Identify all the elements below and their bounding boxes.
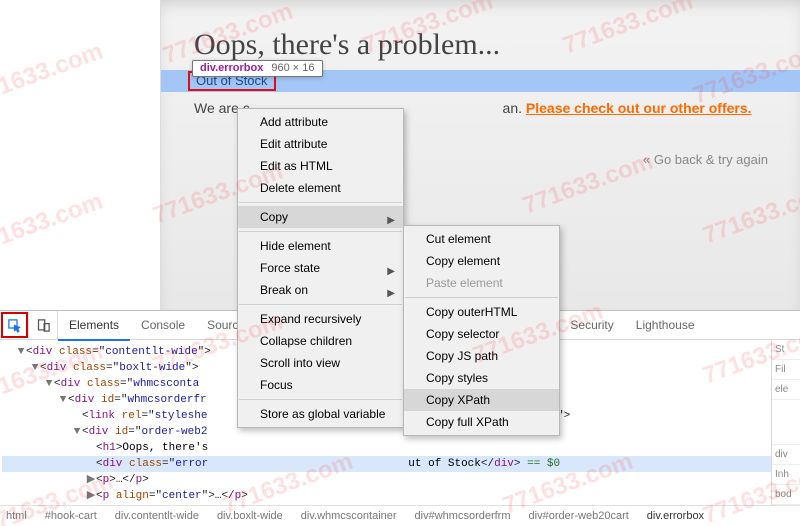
menu-scroll-into-view[interactable]: Scroll into view: [238, 352, 403, 374]
crumb-item[interactable]: div#whmcsorderfrm: [415, 510, 511, 522]
other-offers-link[interactable]: Please check out our other offers.: [526, 100, 752, 116]
submenu-arrow-icon: ▶: [387, 283, 395, 305]
menu-copy[interactable]: Copy▶: [238, 206, 403, 228]
menu-break-on[interactable]: Break on▶: [238, 279, 403, 301]
crumb-item[interactable]: div.boxlt-wide: [217, 510, 283, 522]
crumb-item[interactable]: div#order-web20cart: [529, 510, 629, 522]
side-row[interactable]: St: [772, 340, 800, 360]
tooltip-selector: div.errorbox: [200, 62, 263, 74]
tab-elements[interactable]: Elements: [58, 311, 130, 341]
menu-expand-recursively[interactable]: Expand recursively: [238, 308, 403, 330]
menu-copy-full-xpath[interactable]: Copy full XPath: [404, 411, 559, 433]
tooltip-dimensions: 960 × 16: [271, 62, 314, 74]
crumb-item-current[interactable]: div.errorbox: [647, 510, 704, 522]
dom-row-selected[interactable]: <div class="errorut of Stock</div> == $0: [2, 456, 771, 472]
dom-row[interactable]: ▶<p align="center">…</p>: [2, 488, 771, 504]
menu-copy-outerhtml[interactable]: Copy outerHTML: [404, 301, 559, 323]
menu-delete-element[interactable]: Delete element: [238, 177, 403, 199]
go-back-link[interactable]: « Go back & try again: [643, 152, 768, 167]
element-tooltip: div.errorbox 960 × 16: [192, 60, 323, 77]
msg-suffix: an.: [503, 100, 526, 116]
crumb-item[interactable]: #hook-cart: [45, 510, 97, 522]
menu-add-attribute[interactable]: Add attribute: [238, 111, 403, 133]
menu-edit-attribute[interactable]: Edit attribute: [238, 133, 403, 155]
tab-security[interactable]: Security: [559, 311, 624, 339]
menu-hide-element[interactable]: Hide element: [238, 235, 403, 257]
side-row[interactable]: ele: [772, 380, 800, 400]
context-submenu-copy[interactable]: Cut element Copy element Paste element C…: [403, 225, 560, 436]
menu-store-global[interactable]: Store as global variable: [238, 403, 403, 425]
menu-force-state[interactable]: Force state▶: [238, 257, 403, 279]
crumb-item[interactable]: div.whmcscontainer: [301, 510, 397, 522]
menu-copy-styles[interactable]: Copy styles: [404, 367, 559, 389]
dom-row[interactable]: ▶<p>…</p>: [2, 472, 771, 488]
menu-copy-element[interactable]: Copy element: [404, 250, 559, 272]
menu-separator: [405, 297, 558, 298]
menu-edit-as-html[interactable]: Edit as HTML: [238, 155, 403, 177]
device-toolbar-button[interactable]: [29, 311, 58, 339]
menu-focus[interactable]: Focus: [238, 374, 403, 396]
menu-collapse-children[interactable]: Collapse children: [238, 330, 403, 352]
menu-separator: [239, 304, 402, 305]
menu-copy-xpath[interactable]: Copy XPath: [404, 389, 559, 411]
side-row[interactable]: Fil: [772, 360, 800, 380]
menu-separator: [239, 202, 402, 203]
submenu-arrow-icon: ▶: [387, 210, 395, 232]
side-row[interactable]: div: [772, 445, 800, 465]
inspect-element-button[interactable]: [0, 311, 29, 339]
crumb-item[interactable]: div.contentlt-wide: [115, 510, 199, 522]
styles-pane[interactable]: St Fil ele div Inh bod: [771, 340, 800, 505]
page-heading: Oops, there's a problem...: [194, 28, 782, 62]
tab-console[interactable]: Console: [130, 311, 196, 339]
tab-lighthouse[interactable]: Lighthouse: [625, 311, 706, 339]
dom-breadcrumb[interactable]: html #hook-cart div.contentlt-wide div.b…: [0, 505, 800, 526]
crumb-item[interactable]: html: [6, 510, 27, 522]
side-row[interactable]: Inh: [772, 465, 800, 485]
side-row[interactable]: bod: [772, 485, 800, 505]
menu-separator: [239, 399, 402, 400]
dom-row[interactable]: <h1>Oops, there's: [2, 440, 771, 456]
menu-separator: [239, 231, 402, 232]
menu-cut-element[interactable]: Cut element: [404, 228, 559, 250]
menu-copy-selector[interactable]: Copy selector: [404, 323, 559, 345]
menu-copy-js-path[interactable]: Copy JS path: [404, 345, 559, 367]
menu-paste-element: Paste element: [404, 272, 559, 294]
context-menu[interactable]: Add attribute Edit attribute Edit as HTM…: [237, 108, 404, 428]
